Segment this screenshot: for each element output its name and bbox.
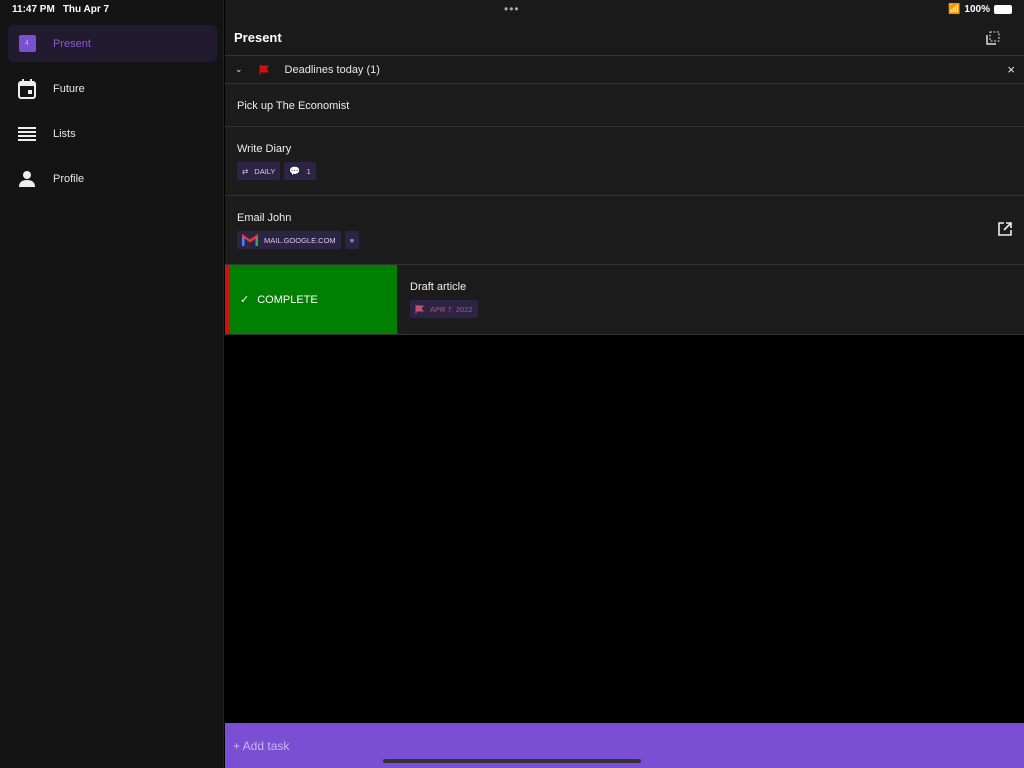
due-date: APR 7, 2022 bbox=[430, 305, 473, 314]
list-icon bbox=[17, 124, 37, 144]
task-row[interactable]: Write Diary ⇄DAILY 💬1 bbox=[225, 127, 1024, 196]
battery-icon bbox=[994, 5, 1012, 14]
time: 11:47 PM bbox=[12, 4, 55, 15]
multitasking-dots[interactable]: ••• bbox=[504, 2, 520, 16]
gmail-icon bbox=[242, 234, 258, 246]
person-icon bbox=[17, 169, 37, 189]
home-indicator bbox=[383, 759, 641, 763]
comment-icon: 💬 bbox=[289, 166, 300, 177]
notes-chip: ≡ bbox=[345, 231, 359, 249]
repeat-chip: ⇄ DAILY bbox=[237, 162, 280, 180]
open-external-icon[interactable] bbox=[998, 222, 1012, 241]
sidebar-item-profile[interactable]: Profile bbox=[8, 160, 217, 197]
sidebar-item-label: Future bbox=[53, 83, 85, 95]
task-title: Write Diary bbox=[237, 143, 1024, 155]
sidebar: 11:47 PM Thu Apr 7 4 Present Future Lists… bbox=[0, 0, 224, 768]
section-label: Deadlines today (1) bbox=[285, 64, 380, 76]
task-title: Pick up The Economist bbox=[237, 100, 1024, 112]
comments-chip: 💬1 bbox=[284, 162, 315, 180]
calendar-icon bbox=[17, 79, 37, 99]
complete-label: COMPLETE bbox=[257, 294, 318, 306]
due-date-chip: APR 7, 2022 bbox=[410, 300, 478, 318]
comment-count: 1 bbox=[307, 167, 311, 176]
flag-icon bbox=[259, 65, 269, 75]
sidebar-item-label: Present bbox=[53, 38, 91, 50]
link-label: MAIL.GOOGLE.COM bbox=[264, 236, 336, 245]
status-bar-right: 📶 100% bbox=[948, 4, 1012, 15]
check-icon: ✓ bbox=[240, 293, 249, 306]
page-title: Present bbox=[234, 30, 282, 45]
link-chip[interactable]: MAIL.GOOGLE.COM bbox=[237, 231, 341, 249]
battery-level: 100% bbox=[964, 4, 990, 15]
repeat-label: DAILY bbox=[254, 167, 275, 176]
header: Present bbox=[225, 0, 1024, 56]
sidebar-item-future[interactable]: Future bbox=[8, 70, 217, 107]
main-panel: Present ⌄ Deadlines today (1) × Pick up … bbox=[225, 0, 1024, 768]
count-badge: 4 bbox=[19, 35, 36, 52]
sidebar-item-label: Lists bbox=[53, 128, 76, 140]
complete-swipe-action[interactable]: ✓ COMPLETE bbox=[225, 265, 397, 334]
chevron-down-icon[interactable]: ⌄ bbox=[235, 64, 243, 75]
task-row[interactable]: Pick up The Economist bbox=[225, 84, 1024, 127]
wifi-icon: 📶 bbox=[948, 4, 960, 15]
sidebar-item-label: Profile bbox=[53, 173, 84, 185]
date: Thu Apr 7 bbox=[63, 4, 109, 15]
notes-icon: ≡ bbox=[350, 236, 354, 245]
add-task-input[interactable]: + Add task bbox=[233, 739, 289, 753]
close-icon[interactable]: × bbox=[1007, 62, 1015, 77]
sidebar-item-present[interactable]: 4 Present bbox=[8, 25, 217, 62]
task-title: Draft article bbox=[410, 281, 1024, 293]
deadlines-section-header[interactable]: ⌄ Deadlines today (1) × bbox=[225, 56, 1024, 84]
task-title: Email John bbox=[237, 212, 1024, 224]
flag-icon bbox=[415, 305, 424, 314]
repeat-icon: ⇄ bbox=[242, 167, 248, 176]
task-row[interactable]: Email John MAIL.GOOGLE.COM ≡ bbox=[225, 196, 1024, 265]
task-row[interactable]: ✓ COMPLETE Draft article APR 7, 2022 bbox=[225, 265, 1024, 335]
sidebar-item-lists[interactable]: Lists bbox=[8, 115, 217, 152]
select-icon[interactable] bbox=[986, 31, 1000, 50]
status-bar-time: 11:47 PM Thu Apr 7 bbox=[12, 4, 117, 15]
